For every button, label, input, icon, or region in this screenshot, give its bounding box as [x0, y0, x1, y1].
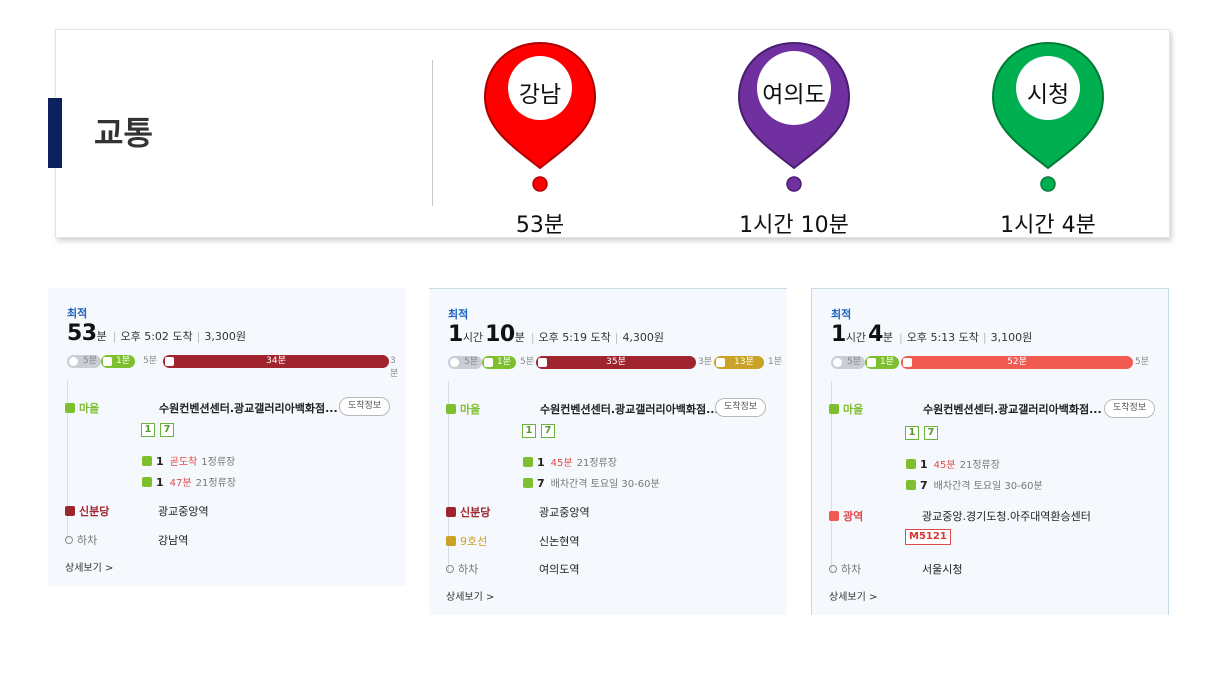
walk-time: 5분 — [83, 356, 98, 366]
route-timeline-bar: 5분 1분 52분 5분 — [831, 356, 1166, 369]
subway-icon — [446, 536, 456, 546]
alight-icon — [446, 565, 454, 573]
transfer-stop: 광역 광교중앙.경기도청.아주대역환승센터 — [829, 508, 1091, 524]
alight-icon — [829, 565, 837, 573]
bus-icon — [142, 456, 152, 466]
duration-unit: 분 — [96, 330, 107, 343]
subway-icon — [446, 507, 456, 517]
bus-icon — [829, 404, 839, 414]
transfer-stop-2: 9호선 신논현역 — [446, 533, 579, 549]
more-details-link[interactable]: 상세보기 > — [446, 588, 494, 603]
bus-arrival-row: 1 45분 21정류장 — [906, 456, 1000, 471]
route-number-badge[interactable]: 7 — [541, 424, 555, 438]
destination-gangnam: 강남 53분 — [470, 40, 610, 240]
village-bus-segment: 1분 — [101, 355, 135, 368]
arrival-time: 오후 5:02 도착 — [120, 330, 193, 343]
destination-cityhall: 시청 1시간 4분 — [978, 40, 1118, 240]
route-timeline-bar: 5분 1분 5분 35분 3분 13분 1분 — [448, 356, 783, 369]
duration-value: 1 — [831, 322, 846, 347]
travel-time: 1시간 10분 — [739, 213, 849, 238]
village-bus-segment: 1분 — [482, 356, 516, 369]
bus-icon — [523, 457, 533, 467]
route-number-badge[interactable]: 1 — [522, 424, 536, 438]
panel-divider — [432, 60, 433, 206]
map-pin-icon — [737, 41, 851, 192]
map-pin-icon — [483, 41, 597, 192]
arrival-info-button[interactable]: 도착정보 — [1104, 399, 1156, 418]
best-route-label: 최적 — [67, 307, 88, 320]
end-stop: 하차 서울시청 — [829, 561, 962, 577]
alight-icon — [65, 536, 73, 544]
transfer-stop: 신분당 광교중앙역 — [446, 504, 590, 520]
express-bus-number[interactable]: M5121 — [905, 529, 951, 545]
route-card-yeouido[interactable]: 최적 1시간10분 | 오후 5:19 도착 | 4,300원 5분 1분 5분 35분… — [429, 288, 787, 615]
bus-icon — [829, 511, 839, 521]
fare: 3,100원 — [990, 331, 1033, 344]
bus-icon — [523, 478, 533, 488]
travel-time: 1시간 4분 — [1000, 213, 1096, 238]
subway-icon — [65, 506, 75, 516]
route-timeline-bar: 5분 1분 5분 34분 3분 — [67, 355, 402, 379]
arrival-info-button[interactable]: 도착정보 — [339, 397, 391, 416]
destination-name: 시청 — [1026, 82, 1070, 108]
fare: 4,300원 — [622, 331, 665, 344]
more-details-link[interactable]: 상세보기 > — [65, 559, 113, 574]
route-summary: 1시간10분 | 오후 5:19 도착 | 4,300원 — [448, 322, 665, 347]
arrival-info-button[interactable]: 도착정보 — [715, 398, 767, 417]
duration-value: 53 — [67, 321, 97, 346]
more-details-link[interactable]: 상세보기 > — [829, 588, 877, 603]
route-card-cityhall[interactable]: 최적 1시간4분 | 오후 5:13 도착 | 3,100원 5분 1분 52분 5분 … — [811, 288, 1169, 615]
end-stop: 하차 여의도역 — [446, 561, 579, 577]
travel-time: 53분 — [515, 213, 565, 238]
bus-arrival-row: 1 47분 21정류장 — [142, 474, 236, 489]
bus-icon — [446, 404, 456, 414]
end-stop: 하차 강남역 — [65, 532, 188, 548]
route-number-badge[interactable]: 7 — [160, 423, 174, 437]
destination-yeouido: 여의도 1시간 10분 — [724, 40, 864, 240]
title-accent-bar — [48, 98, 62, 168]
line9-segment: 13분 — [714, 356, 764, 369]
route-summary: 53분 | 오후 5:02 도착 | 3,300원 — [67, 321, 246, 346]
transfer-stop: 신분당 광교중앙역 — [65, 503, 209, 519]
bus-arrival-row: 1 45분 21정류장 — [523, 454, 617, 469]
destination-name: 여의도 — [762, 82, 826, 108]
page-title: 교통 — [94, 114, 153, 152]
bus-icon — [906, 480, 916, 490]
route-number-badge[interactable]: 7 — [924, 426, 938, 440]
route-card-gangnam[interactable]: 최적 53분 | 오후 5:02 도착 | 3,300원 5분 1분 5분 34분 3분… — [48, 288, 406, 586]
start-stop: 마을 수원컨벤션센터.광교갤러리아백화점... — [829, 401, 1102, 417]
subway-segment: 35분 — [536, 356, 696, 369]
map-pin-icon — [991, 41, 1105, 192]
bus-icon — [142, 477, 152, 487]
route-number-badge[interactable]: 1 — [905, 426, 919, 440]
bus-arrival-row: 7 배차간격 토요일 30-60분 — [906, 477, 1043, 492]
fare: 3,300원 — [204, 330, 246, 343]
start-stop: 마을 수원컨벤션센터.광교갤러리아백화점... — [446, 401, 719, 417]
best-route-label: 최적 — [831, 308, 852, 321]
arrival-time: 오후 5:13 도착 — [906, 331, 979, 344]
village-bus-segment: 1분 — [865, 356, 899, 369]
bus-arrival-row: 1 곧도착 1정류장 — [142, 453, 235, 468]
best-route-label: 최적 — [448, 308, 469, 321]
duration-value: 1 — [448, 322, 463, 347]
walk-time: 5분 — [143, 356, 158, 366]
subway-segment: 34분 — [163, 355, 389, 368]
bus-arrival-row: 7 배차간격 토요일 30-60분 — [523, 475, 660, 490]
bus-icon — [65, 403, 75, 413]
destination-name: 강남 — [518, 82, 562, 108]
express-bus-segment: 52분 — [901, 356, 1133, 369]
arrival-time: 오후 5:19 도착 — [538, 331, 611, 344]
walk-time: 3분 — [390, 356, 399, 379]
start-stop: 마을 수원컨벤션센터.광교갤러리아백화점... — [65, 400, 338, 416]
route-number-badge[interactable]: 1 — [141, 423, 155, 437]
bus-icon — [906, 459, 916, 469]
route-summary: 1시간4분 | 오후 5:13 도착 | 3,100원 — [831, 322, 1033, 347]
